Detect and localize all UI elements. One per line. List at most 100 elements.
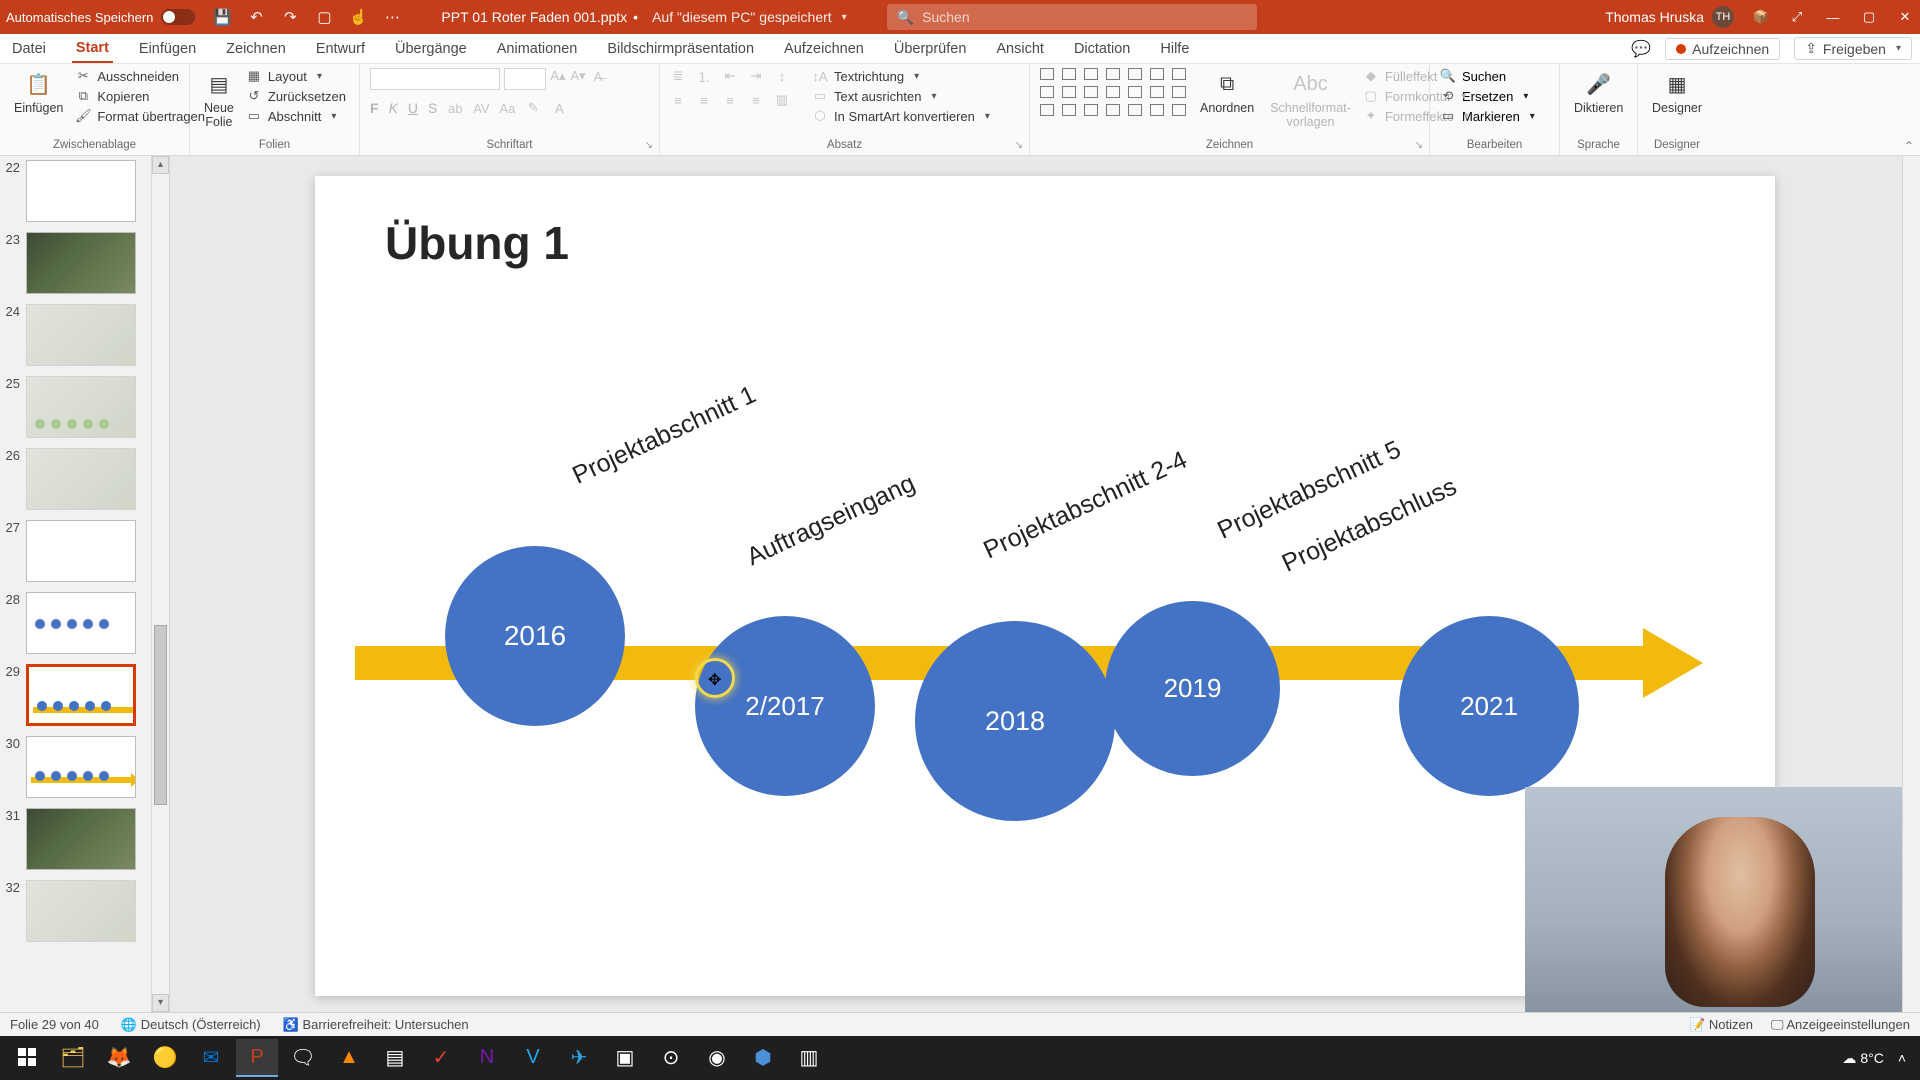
smartart-convert-button[interactable]: ⬡In SmartArt konvertieren▾ xyxy=(812,108,990,124)
record-button[interactable]: Aufzeichnen xyxy=(1665,38,1780,60)
align-left-icon[interactable]: ≡ xyxy=(670,92,686,108)
thumbs-scrollbar[interactable]: ▴ ▾ xyxy=(151,156,169,1012)
slide-thumb-25[interactable] xyxy=(26,376,136,438)
slide-thumb-30[interactable] xyxy=(26,736,136,798)
task-telegram-icon[interactable]: ✈ xyxy=(558,1039,600,1077)
slide-thumb-32[interactable] xyxy=(26,880,136,942)
task-outlook-icon[interactable]: ✉ xyxy=(190,1039,232,1077)
cut-button[interactable]: ✂Ausschneiden xyxy=(75,68,205,84)
slide-counter[interactable]: Folie 29 von 40 xyxy=(10,1017,99,1032)
tab-datei[interactable]: Datei xyxy=(8,34,50,63)
tab-entwurf[interactable]: Entwurf xyxy=(312,34,369,63)
autosave-toggle[interactable] xyxy=(161,9,195,25)
start-button[interactable] xyxy=(6,1039,48,1077)
weather-widget[interactable]: ☁ 8°C xyxy=(1842,1050,1883,1067)
grow-font-icon[interactable]: A▴ xyxy=(550,68,566,84)
scroll-up-icon[interactable]: ▴ xyxy=(152,156,169,174)
dictate-button[interactable]: 🎤 Diktieren xyxy=(1570,68,1627,117)
task-vscode-icon[interactable]: V xyxy=(512,1039,554,1077)
copy-button[interactable]: ⧉Kopieren xyxy=(75,88,205,104)
strike-button[interactable]: S xyxy=(428,100,437,116)
touch-mode-icon[interactable]: ☝ xyxy=(349,8,367,26)
user-account[interactable]: Thomas Hruska TH xyxy=(1605,6,1734,28)
bold-button[interactable]: F xyxy=(370,100,379,116)
notes-button[interactable]: 📝 Notizen xyxy=(1689,1017,1753,1033)
display-settings-button[interactable]: 🖵 Anzeigeeinstellungen xyxy=(1771,1017,1910,1033)
comments-icon[interactable]: 💬 xyxy=(1631,39,1651,59)
task-todoist-icon[interactable]: ✓ xyxy=(420,1039,462,1077)
timeline-node-2018[interactable]: 2018 xyxy=(915,621,1115,821)
find-button[interactable]: 🔍Suchen xyxy=(1440,68,1535,84)
task-app-icon[interactable]: 🗨 xyxy=(282,1039,324,1077)
columns-icon[interactable]: ▥ xyxy=(774,92,790,108)
undo-icon[interactable]: ↶ xyxy=(247,8,265,26)
slide-thumb-22[interactable] xyxy=(26,160,136,222)
slide-thumb-29[interactable] xyxy=(26,664,136,726)
timeline-arrow-head[interactable] xyxy=(1643,628,1703,698)
designer-button[interactable]: ▦ Designer xyxy=(1648,68,1706,117)
section-button[interactable]: ▭Abschnitt▾ xyxy=(246,108,346,124)
scrollbar-thumb[interactable] xyxy=(154,625,167,805)
collapse-ribbon-icon[interactable]: ⌃ xyxy=(1904,139,1914,153)
slideshow-start-icon[interactable]: ▢ xyxy=(315,8,333,26)
highlight-icon[interactable]: ✎ xyxy=(525,100,541,116)
font-color-icon[interactable]: A xyxy=(551,100,567,116)
search-input[interactable] xyxy=(922,9,1247,25)
increase-indent-icon[interactable]: ⇥ xyxy=(748,68,764,84)
slide-thumb-31[interactable] xyxy=(26,808,136,870)
shrink-font-icon[interactable]: A▾ xyxy=(570,68,586,84)
slide-thumb-28[interactable] xyxy=(26,592,136,654)
task-obs-icon[interactable]: ⊙ xyxy=(650,1039,692,1077)
scroll-down-icon[interactable]: ▾ xyxy=(152,994,169,1012)
timeline-label-3[interactable]: Projektabschnitt 2-4 xyxy=(979,446,1192,566)
close-icon[interactable]: ✕ xyxy=(1896,8,1914,26)
dialog-launcher-icon[interactable]: ↘ xyxy=(1015,140,1023,151)
timeline-node-2017[interactable]: 2/2017 xyxy=(695,616,875,796)
slide-thumb-27[interactable] xyxy=(26,520,136,582)
document-title[interactable]: PPT 01 Roter Faden 001.pptx • Auf "diese… xyxy=(441,9,846,25)
font-name-combo[interactable] xyxy=(370,68,500,90)
align-center-icon[interactable]: ≡ xyxy=(696,92,712,108)
task-powerpoint-icon[interactable]: P xyxy=(236,1039,278,1077)
tab-ueberpruefen[interactable]: Überprüfen xyxy=(890,34,971,63)
change-case-icon[interactable]: Aa xyxy=(499,100,515,116)
char-spacing-icon[interactable]: AV xyxy=(473,100,489,116)
tab-einfuegen[interactable]: Einfügen xyxy=(135,34,200,63)
slide-thumb-23[interactable] xyxy=(26,232,136,294)
bullets-icon[interactable]: ≣ xyxy=(670,68,686,84)
timeline-label-1[interactable]: Projektabschnitt 1 xyxy=(568,380,760,490)
slide-thumb-26[interactable] xyxy=(26,448,136,510)
underline-button[interactable]: U xyxy=(408,100,418,116)
task-app6-icon[interactable]: ▥ xyxy=(788,1039,830,1077)
shapes-gallery[interactable] xyxy=(1040,68,1188,118)
search-box[interactable]: 🔍 xyxy=(887,4,1257,30)
tab-zeichnen[interactable]: Zeichnen xyxy=(222,34,290,63)
line-spacing-icon[interactable]: ↕ xyxy=(774,68,790,84)
tab-uebergaenge[interactable]: Übergänge xyxy=(391,34,471,63)
text-direction-button[interactable]: ↕ATextrichtung▾ xyxy=(812,68,990,84)
task-app4-icon[interactable]: ◉ xyxy=(696,1039,738,1077)
task-app3-icon[interactable]: ▣ xyxy=(604,1039,646,1077)
italic-button[interactable]: K xyxy=(389,100,398,116)
slide-title-text[interactable]: Übung 1 xyxy=(385,216,569,270)
task-explorer-icon[interactable]: 🗂 xyxy=(52,1039,94,1077)
dialog-launcher-icon[interactable]: ↘ xyxy=(1415,140,1423,151)
paste-button[interactable]: 📋 Einfügen xyxy=(10,68,67,117)
new-slide-button[interactable]: ▤ Neue Folie xyxy=(200,68,238,131)
timeline-label-2[interactable]: Auftragseingang xyxy=(742,469,919,572)
ribbon-display-icon[interactable]: ⤢ xyxy=(1788,8,1806,26)
quick-styles-button[interactable]: Abc Schnellformat- vorlagen xyxy=(1266,68,1355,131)
task-onenote-icon[interactable]: N xyxy=(466,1039,508,1077)
align-right-icon[interactable]: ≡ xyxy=(722,92,738,108)
maximize-icon[interactable]: ▢ xyxy=(1860,8,1878,26)
task-app5-icon[interactable]: ⬢ xyxy=(742,1039,784,1077)
replace-button[interactable]: ⟲Ersetzen▾ xyxy=(1440,88,1535,104)
tray-chevron-icon[interactable]: ˄ xyxy=(1898,1050,1906,1066)
clear-format-icon[interactable]: A̶ xyxy=(590,68,606,84)
arrange-button[interactable]: ⧉ Anordnen xyxy=(1196,68,1258,117)
qat-customize-icon[interactable]: ⋯ xyxy=(383,8,401,26)
dialog-launcher-icon[interactable]: ↘ xyxy=(645,140,653,151)
save-icon[interactable]: 💾 xyxy=(213,8,231,26)
slide-thumb-24[interactable] xyxy=(26,304,136,366)
task-chrome-icon[interactable]: 🟡 xyxy=(144,1039,186,1077)
